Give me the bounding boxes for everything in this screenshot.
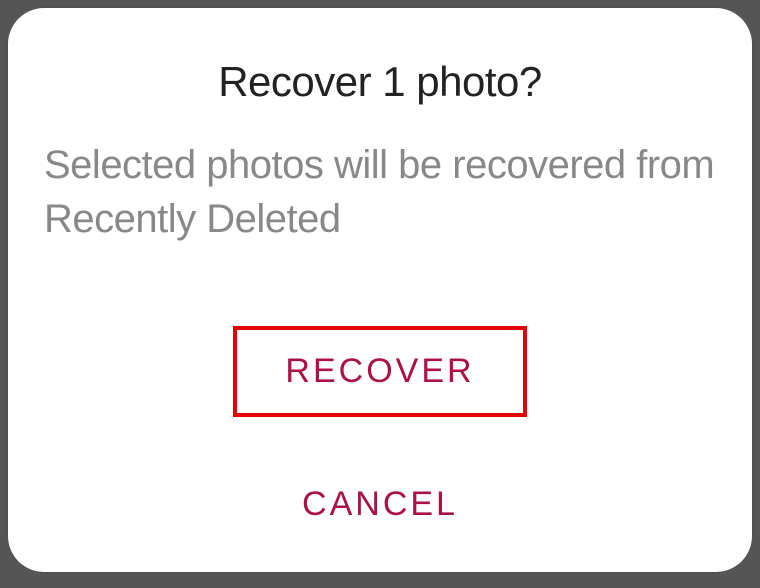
recover-dialog: Recover 1 photo? Selected photos will be… <box>8 8 752 572</box>
dialog-message: Selected photos will be recovered from R… <box>38 138 722 246</box>
cancel-button[interactable]: CANCEL <box>282 477 478 532</box>
button-group: RECOVER CANCEL <box>38 326 722 532</box>
dialog-title: Recover 1 photo? <box>38 58 722 106</box>
recover-button[interactable]: RECOVER <box>233 326 526 417</box>
